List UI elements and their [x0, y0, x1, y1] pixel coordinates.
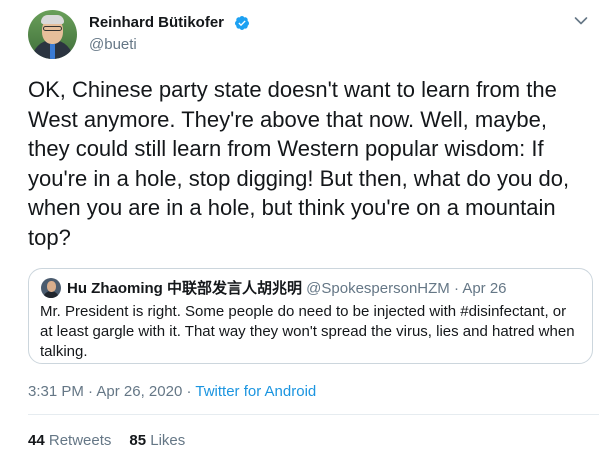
avatar-hair [41, 15, 64, 24]
likes-label: Likes [150, 432, 186, 449]
avatar-glasses [43, 26, 62, 31]
chevron-down-icon[interactable] [574, 16, 588, 26]
quoted-avatar-face [47, 281, 56, 292]
tweet-date[interactable]: Apr 26, 2020 [96, 383, 182, 400]
tweet-text: OK, Chinese party state doesn't want to … [28, 77, 570, 250]
avatar-tie [50, 44, 55, 59]
likes-count: 85 [129, 432, 147, 449]
divider [28, 414, 599, 415]
tweet-card: Reinhard Bütikofer @bueti OK, Chinese pa… [0, 0, 599, 463]
author-avatar[interactable] [28, 10, 77, 59]
likes-stat[interactable]: 85 Likes [129, 432, 185, 449]
author-name[interactable]: Reinhard Bütikofer [89, 14, 224, 31]
quoted-author-handle: @SpokespersonHZM [306, 280, 450, 297]
quoted-tweet[interactable]: Hu Zhaoming 中联部发言人胡兆明 @SpokespersonHZM ·… [28, 268, 593, 364]
retweets-count: 44 [28, 432, 45, 449]
verified-badge-icon [235, 16, 249, 30]
quoted-avatar-body [43, 291, 59, 298]
tweet-time[interactable]: 3:31 PM [28, 383, 84, 400]
tweet-stats: 44 Retweets 85 Likes [28, 432, 185, 449]
quoted-separator: · [449, 280, 463, 297]
quoted-author-avatar [41, 278, 61, 298]
quoted-author-name: Hu Zhaoming 中联部发言人胡兆明 [67, 280, 302, 297]
meta-separator: · [182, 383, 196, 400]
retweets-label: Retweets [48, 432, 112, 449]
quoted-date: Apr 26 [462, 280, 507, 297]
tweet-source-link[interactable]: Twitter for Android [195, 383, 316, 400]
retweets-stat[interactable]: 44 Retweets [28, 432, 111, 449]
tweet-meta: 3:31 PM · Apr 26, 2020 · Twitter for And… [28, 383, 316, 400]
quoted-tweet-header: Hu Zhaoming 中联部发言人胡兆明 @SpokespersonHZM ·… [67, 277, 507, 298]
author-handle[interactable]: @bueti [89, 36, 137, 53]
meta-separator: · [83, 383, 97, 400]
quoted-tweet-text: Mr. President is right. Some people do n… [40, 303, 575, 360]
